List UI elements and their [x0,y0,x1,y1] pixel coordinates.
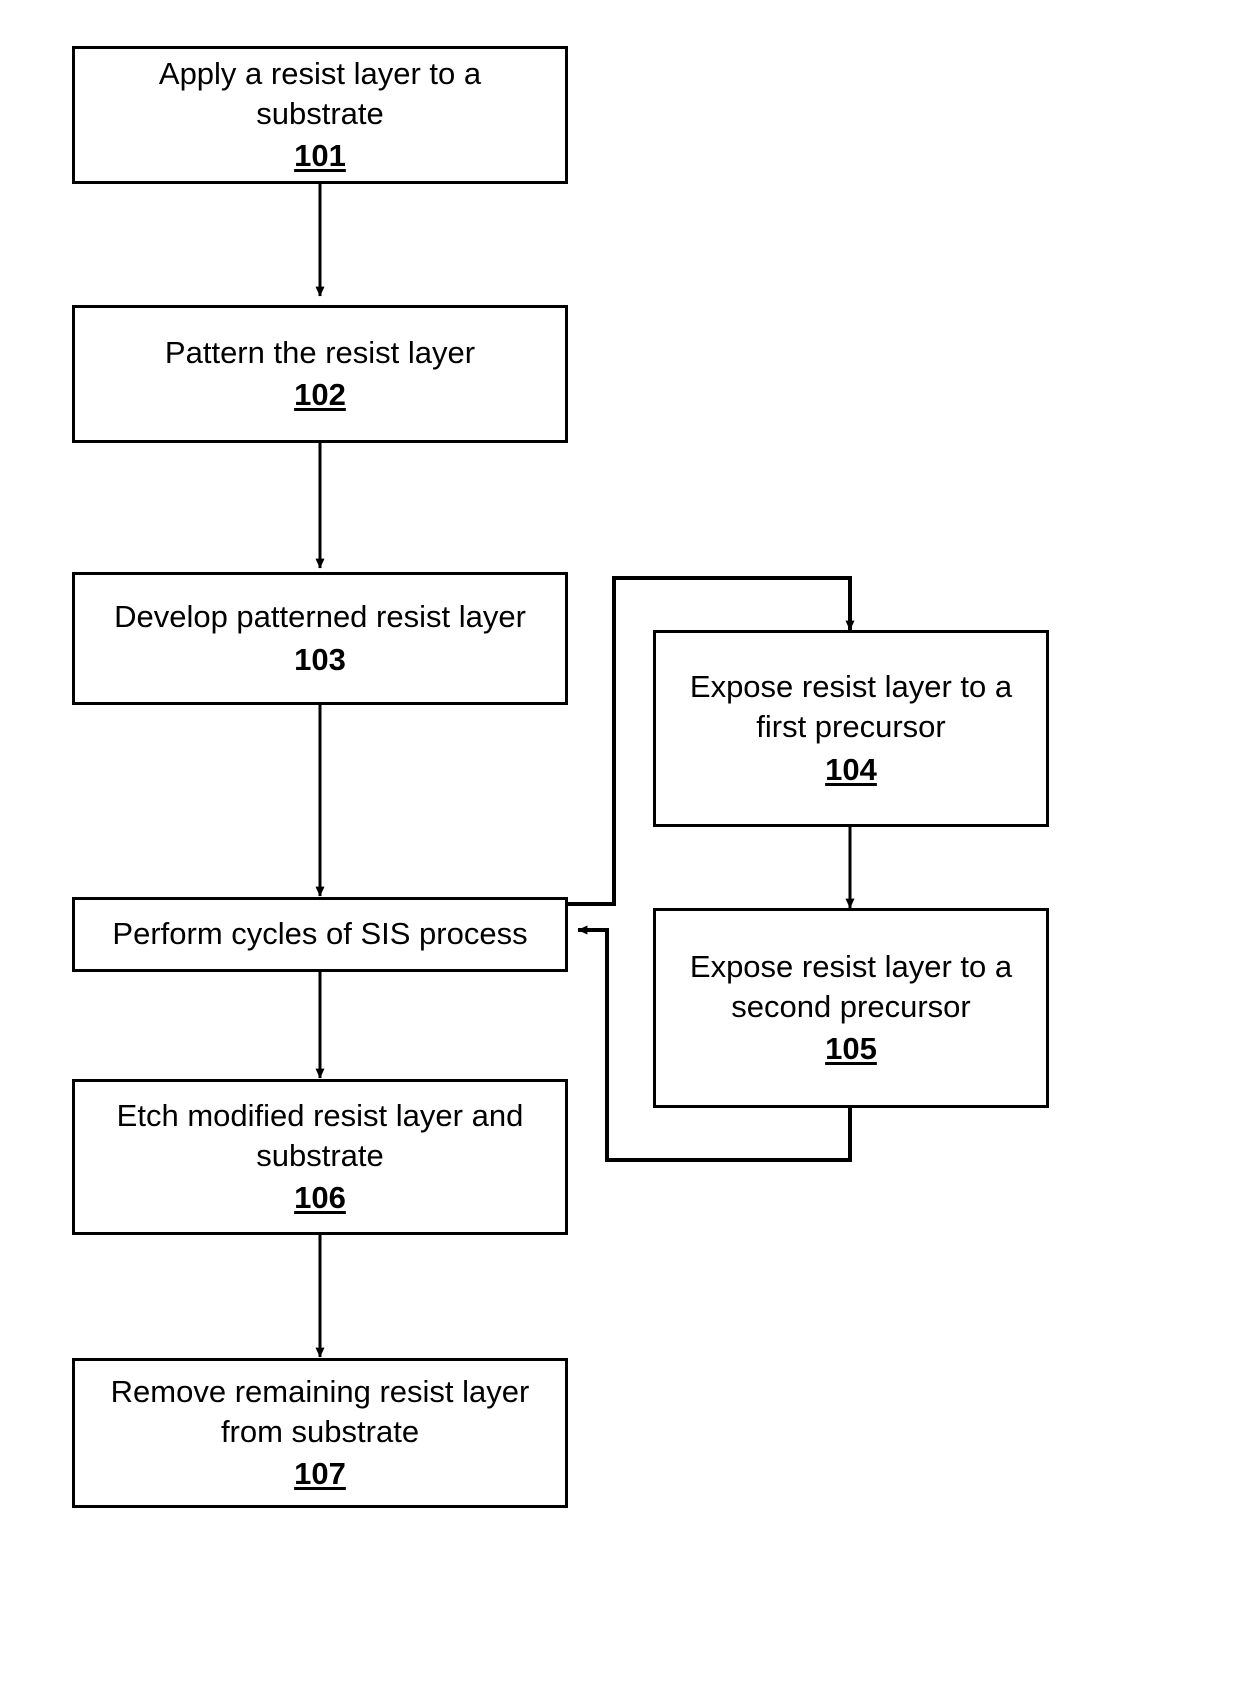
flowchart-canvas: Apply a resist layer to a substrate 101 … [0,0,1240,1700]
node-perform-sis-cycles[interactable]: Perform cycles of SIS process [72,897,568,972]
node-apply-resist-layer[interactable]: Apply a resist layer to a substrate 101 [72,46,568,184]
node-label: Develop patterned resist layer [114,599,526,635]
node-label: Remove remaining resist layer from subst… [110,1373,530,1449]
node-label: Pattern the resist layer [164,334,476,370]
node-pattern-resist-layer[interactable]: Pattern the resist layer 102 [72,305,568,443]
node-remove-remaining-resist[interactable]: Remove remaining resist layer from subst… [72,1358,568,1508]
node-expose-first-precursor[interactable]: Expose resist layer to a first precursor… [653,630,1049,827]
node-label: Etch modified resist layer and substrate [116,1097,524,1173]
node-reference-number: 101 [294,138,346,174]
node-reference-number: 104 [825,751,877,787]
node-expose-second-precursor[interactable]: Expose resist layer to a second precurso… [653,908,1049,1108]
node-etch-modified-resist-and-substrate[interactable]: Etch modified resist layer and substrate… [72,1079,568,1235]
node-reference-number: 102 [294,377,346,412]
node-label: Apply a resist layer to a substrate [158,55,482,131]
node-label: Perform cycles of SIS process [112,916,528,952]
node-develop-patterned-resist-layer[interactable]: Develop patterned resist layer 103 [72,572,568,705]
node-reference-number: 103 [294,641,346,677]
node-reference-number: 105 [825,1031,877,1067]
node-reference-number: 106 [294,1180,346,1216]
node-reference-number: 107 [294,1456,346,1492]
node-label: Expose resist layer to a second precurso… [689,948,1013,1024]
node-label: Expose resist layer to a first precursor [689,669,1013,745]
